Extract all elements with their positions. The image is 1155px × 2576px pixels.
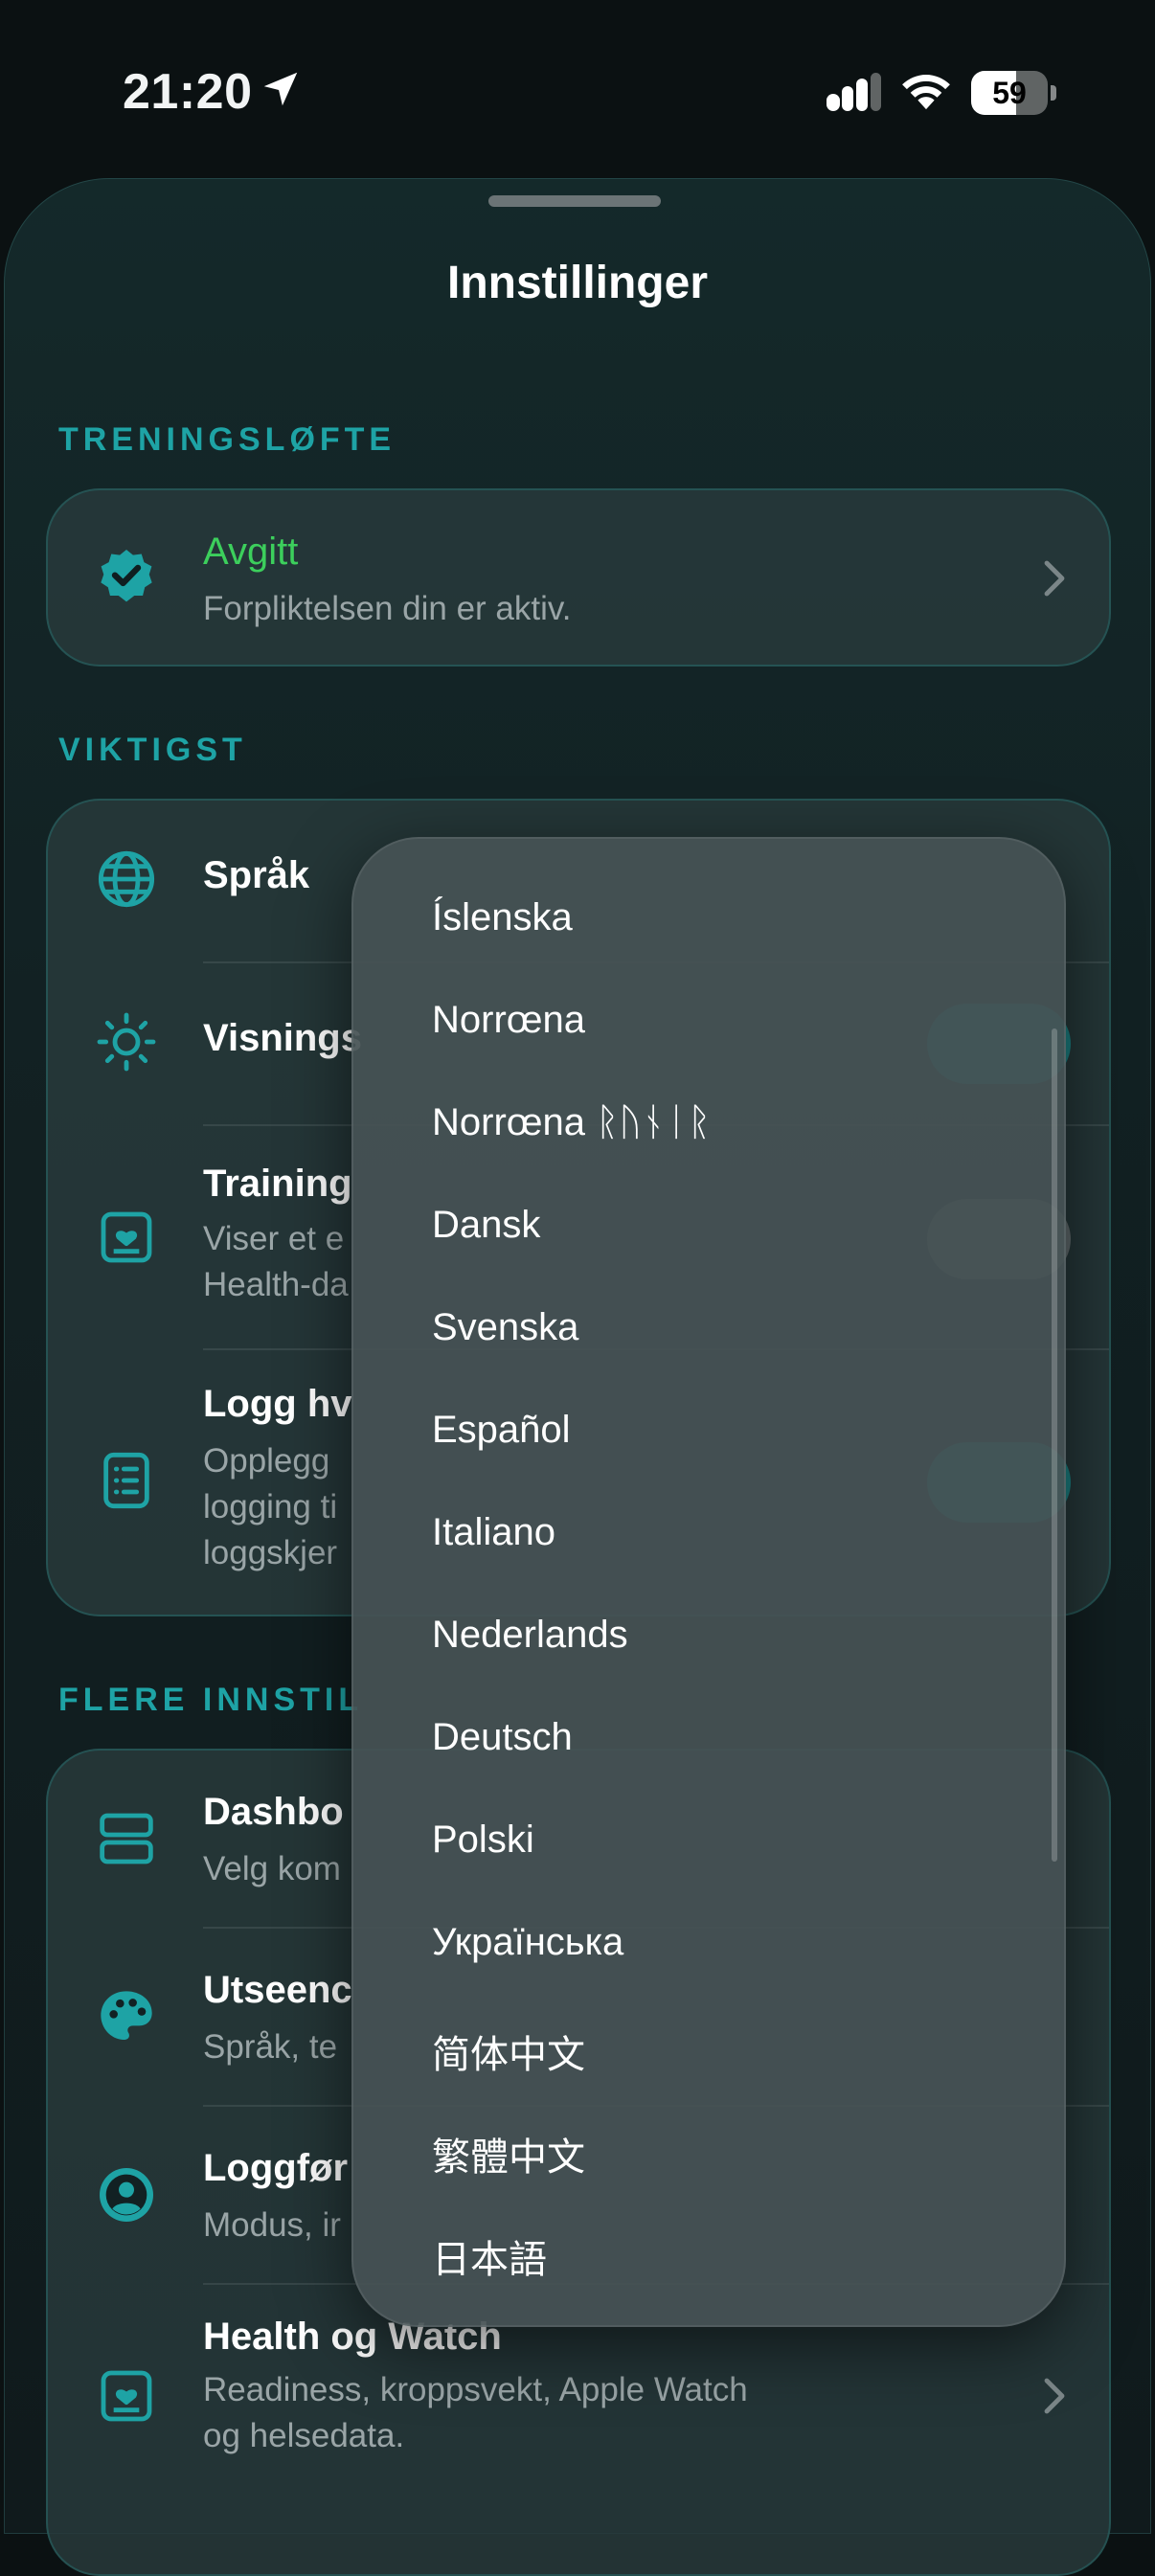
- battery-indicator: 59: [971, 71, 1057, 115]
- battery-percent: 59: [992, 76, 1027, 110]
- chevron-right-icon: [1044, 560, 1065, 597]
- wifi-icon: [902, 75, 950, 110]
- pledge-status: Avgitt: [203, 531, 299, 573]
- page-title: Innstillinger: [446, 258, 708, 308]
- health-card-icon: [101, 2370, 152, 2422]
- row-title: Språk: [203, 854, 310, 896]
- location-arrow-icon: [263, 72, 298, 106]
- health-card-icon: [101, 1211, 152, 1263]
- row-subtitle: Opplegg logging ti loggskjer: [203, 1442, 338, 1571]
- menu-item-language[interactable]: Íslenska: [432, 896, 573, 939]
- status-time: 21:20: [123, 64, 253, 120]
- row-title: Visnings: [203, 1017, 362, 1059]
- row-title: Loggfør: [203, 2147, 349, 2189]
- menu-item-language[interactable]: 日本語: [432, 2228, 547, 2284]
- palette-icon: [101, 1991, 152, 2040]
- person-circle-icon: [100, 2168, 153, 2222]
- dashboard-layout-icon: [100, 1813, 153, 1864]
- row-title: Training: [203, 1163, 352, 1205]
- section-header-pledge: TRENINGSLØFTE: [58, 421, 396, 458]
- section-header-important: VIKTIGST: [58, 732, 247, 768]
- row-title: Dashbo: [203, 1791, 344, 1833]
- row-subtitle: Modus, ir: [203, 2206, 341, 2244]
- menu-scrollbar[interactable]: [1052, 1028, 1057, 1862]
- row-subtitle: Viser et e Health-da: [203, 1220, 349, 1303]
- menu-item-language[interactable]: Norrœna ᚱᚢᚾᛁᚱ: [432, 1101, 711, 1144]
- menu-item-language[interactable]: Polski: [432, 1819, 534, 1862]
- status-bar: 21:20 59: [0, 0, 1155, 172]
- menu-item-language[interactable]: Українська: [432, 1921, 623, 1964]
- sun-icon: [97, 1012, 156, 1072]
- menu-item-language[interactable]: Italiano: [432, 1511, 555, 1554]
- chevron-right-icon: [1044, 2378, 1065, 2414]
- section-header-more: FLERE INNSTIL: [58, 1682, 364, 1718]
- row-subtitle: Språk, te: [203, 2028, 338, 2066]
- row-title: Utseenc: [203, 1969, 352, 2011]
- row-title: Logg hv: [203, 1383, 352, 1425]
- menu-item-language[interactable]: Español: [432, 1409, 571, 1452]
- pledge-card[interactable]: Avgitt Forpliktelsen din er aktiv.: [46, 488, 1111, 667]
- menu-item-language[interactable]: Nederlands: [432, 1614, 628, 1657]
- pledge-subtitle: Forpliktelsen din er aktiv.: [203, 590, 572, 627]
- menu-item-language[interactable]: Deutsch: [432, 1716, 573, 1759]
- menu-item-language[interactable]: Norrœna: [432, 999, 585, 1042]
- sheet-grabber[interactable]: [488, 195, 661, 207]
- cellular-signal-icon: [827, 73, 881, 111]
- language-menu[interactable]: Íslenska Norrœna Norrœna ᚱᚢᚾᛁᚱ Dansk Sve…: [351, 837, 1066, 2327]
- globe-icon: [98, 850, 155, 908]
- verified-badge-icon: [101, 550, 152, 602]
- menu-item-language[interactable]: Dansk: [432, 1204, 540, 1247]
- menu-item-language[interactable]: 繁體中文: [432, 2126, 585, 2181]
- menu-item-language[interactable]: Svenska: [432, 1306, 578, 1349]
- menu-item-language[interactable]: 简体中文: [432, 2023, 585, 2079]
- row-subtitle: Readiness, kroppsvekt, Apple Watch og he…: [203, 2371, 748, 2454]
- row-subtitle: Velg kom: [203, 1850, 341, 1887]
- list-document-icon: [103, 1452, 149, 1509]
